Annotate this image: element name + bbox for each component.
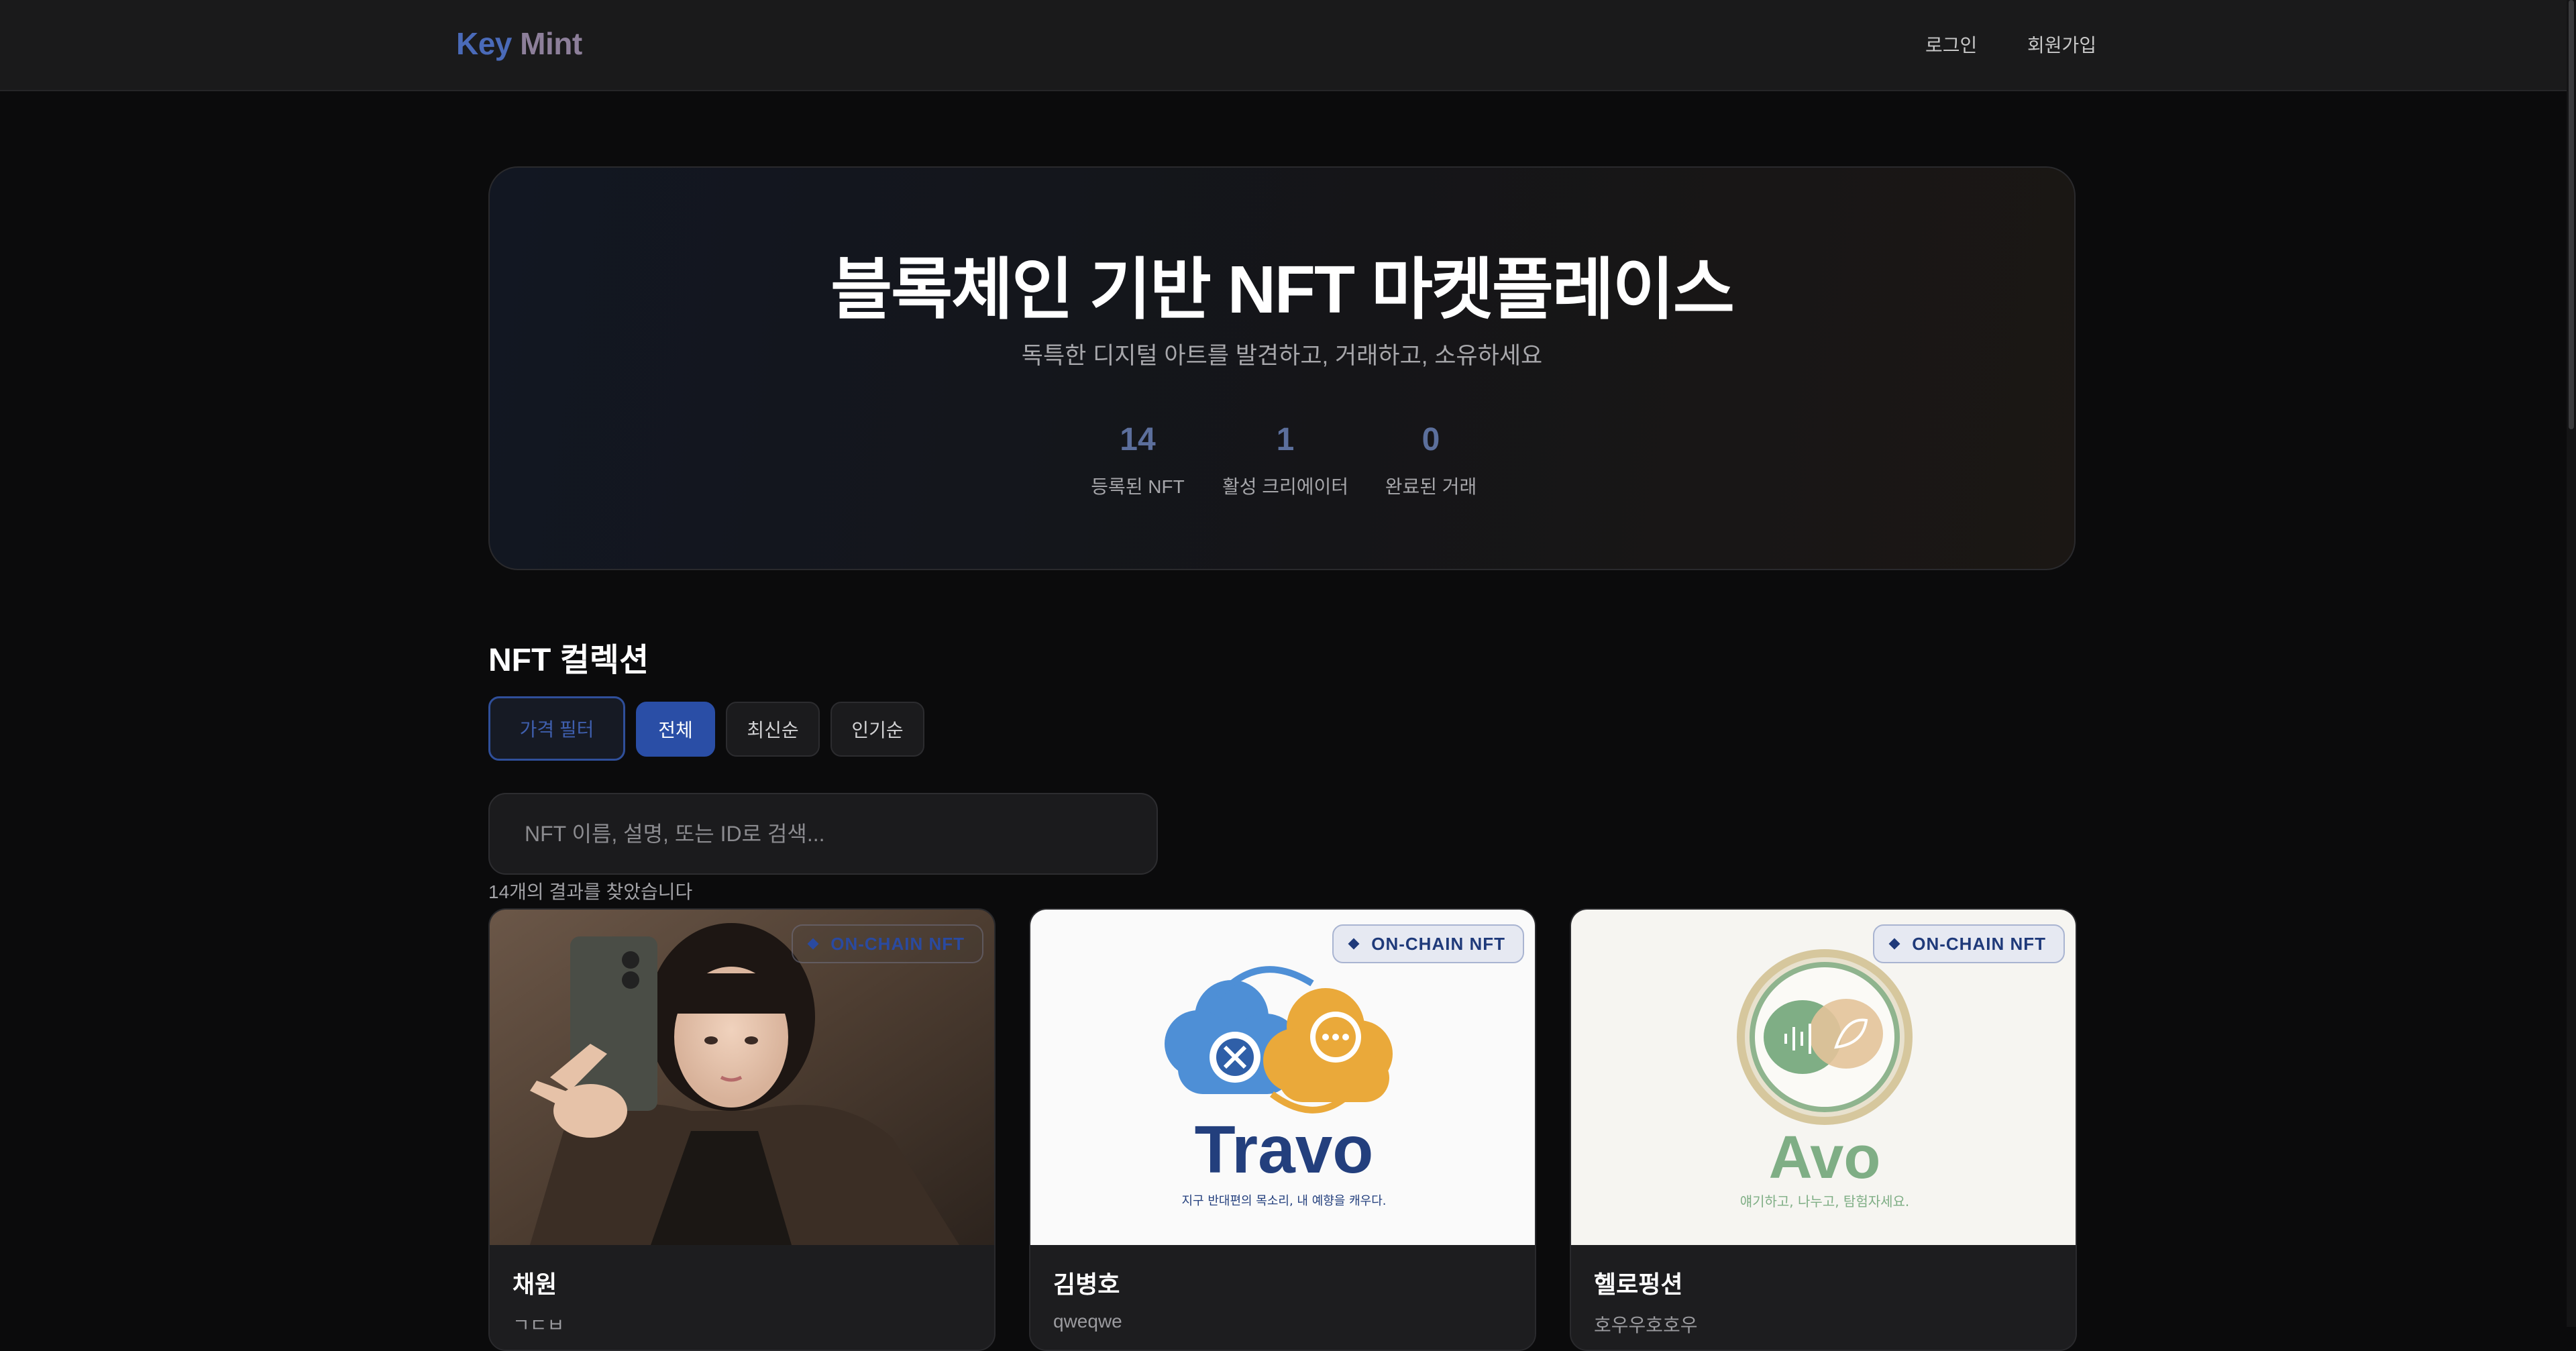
badge-label: ON-CHAIN NFT [1912, 933, 2046, 954]
stat-completed-trades: 0 완료된 거래 [1350, 421, 1511, 499]
nft-description: ㄱㄷㅂ [513, 1315, 565, 1336]
avo-tagline: 얘기하고, 나누고, 탐험자세요. [1740, 1193, 1910, 1209]
sort-popular-button[interactable]: 인기순 [830, 702, 924, 757]
hero-title: 블록체인 기반 NFT 마켓플레이스 [830, 252, 1735, 327]
logo-word-mint: Mint [520, 26, 582, 61]
stat-value: 14 [1120, 422, 1156, 457]
collection-title: NFT 컬렉션 [488, 643, 649, 678]
sort-newest-button[interactable]: 최신순 [726, 702, 820, 757]
nft-name: 김병호 [1053, 1271, 1120, 1298]
stat-label: 완료된 거래 [1385, 476, 1477, 497]
filter-all-button[interactable]: 전체 [636, 702, 715, 757]
search-input[interactable] [523, 794, 1127, 873]
search-field-container [488, 793, 1158, 875]
nft-card-body: 헬로펑션 호우우호호우 [1571, 1245, 2076, 1350]
diamond-icon [1888, 938, 1900, 950]
nft-image: Travo 지구 반대편의 목소리, 내 예향을 캐우다. ON-CHAIN N… [1030, 910, 1535, 1245]
nft-image: ON-CHAIN NFT [490, 910, 994, 1245]
nft-card[interactable]: Avo 얘기하고, 나누고, 탐험자세요. ON-CHAIN NFT 헬로펑션 … [1570, 908, 2077, 1351]
travo-tagline: 지구 반대편의 목소리, 내 예향을 캐우다. [1181, 1194, 1386, 1208]
stat-registered-nft: 14 등록된 NFT [1057, 421, 1218, 499]
diamond-icon [1348, 938, 1360, 950]
nft-description: 호우우호호우 [1594, 1315, 1698, 1336]
hero-subtitle: 독특한 디지털 아트를 발견하고, 거래하고, 소유하세요 [1021, 343, 1543, 369]
badge-label: ON-CHAIN NFT [830, 933, 965, 954]
badge-label: ON-CHAIN NFT [1371, 933, 1505, 954]
price-filter-button[interactable]: 가격 필터 [488, 696, 625, 761]
top-navigation-bar: Key Mint 로그인 회원가입 [0, 0, 2576, 91]
hero-banner: 블록체인 기반 NFT 마켓플레이스 독특한 디지털 아트를 발견하고, 거래하… [488, 166, 2076, 570]
nft-description: qweqwe [1053, 1311, 1122, 1332]
on-chain-badge: ON-CHAIN NFT [792, 924, 983, 963]
avo-wordmark: Avo [1769, 1124, 1881, 1191]
on-chain-badge: ON-CHAIN NFT [1873, 924, 2065, 963]
signup-link[interactable]: 회원가입 [2027, 31, 2096, 58]
logo-word-key: Key [456, 26, 512, 61]
stat-label: 활성 크리에이터 [1222, 476, 1349, 497]
nft-card-body: 채원 ㄱㄷㅂ [490, 1245, 994, 1350]
result-count: 14개의 결과를 찾았습니다 [488, 881, 693, 902]
nft-name: 헬로펑션 [1594, 1271, 1683, 1298]
site-logo[interactable]: Key Mint [456, 25, 582, 62]
page-scrollbar[interactable] [2567, 0, 2576, 1327]
nft-card-body: 김병호 qweqwe [1030, 1245, 1535, 1350]
login-link[interactable]: 로그인 [1925, 31, 1977, 58]
nft-image: Avo 얘기하고, 나누고, 탐험자세요. ON-CHAIN NFT [1571, 910, 2076, 1245]
diamond-icon [807, 938, 819, 950]
nft-card[interactable]: Travo 지구 반대편의 목소리, 내 예향을 캐우다. ON-CHAIN N… [1029, 908, 1536, 1351]
nft-card[interactable]: ON-CHAIN NFT 채원 ㄱㄷㅂ [488, 908, 996, 1351]
scrollbar-thumb[interactable] [2569, 0, 2574, 429]
stat-label: 등록된 NFT [1091, 476, 1185, 497]
stat-active-creators: 1 활성 크리에이터 [1205, 421, 1366, 499]
stat-value: 0 [1421, 422, 1440, 457]
travo-wordmark: Travo [1195, 1112, 1374, 1187]
stat-value: 1 [1276, 422, 1295, 457]
nft-name: 채원 [513, 1271, 557, 1298]
on-chain-badge: ON-CHAIN NFT [1332, 924, 1524, 963]
